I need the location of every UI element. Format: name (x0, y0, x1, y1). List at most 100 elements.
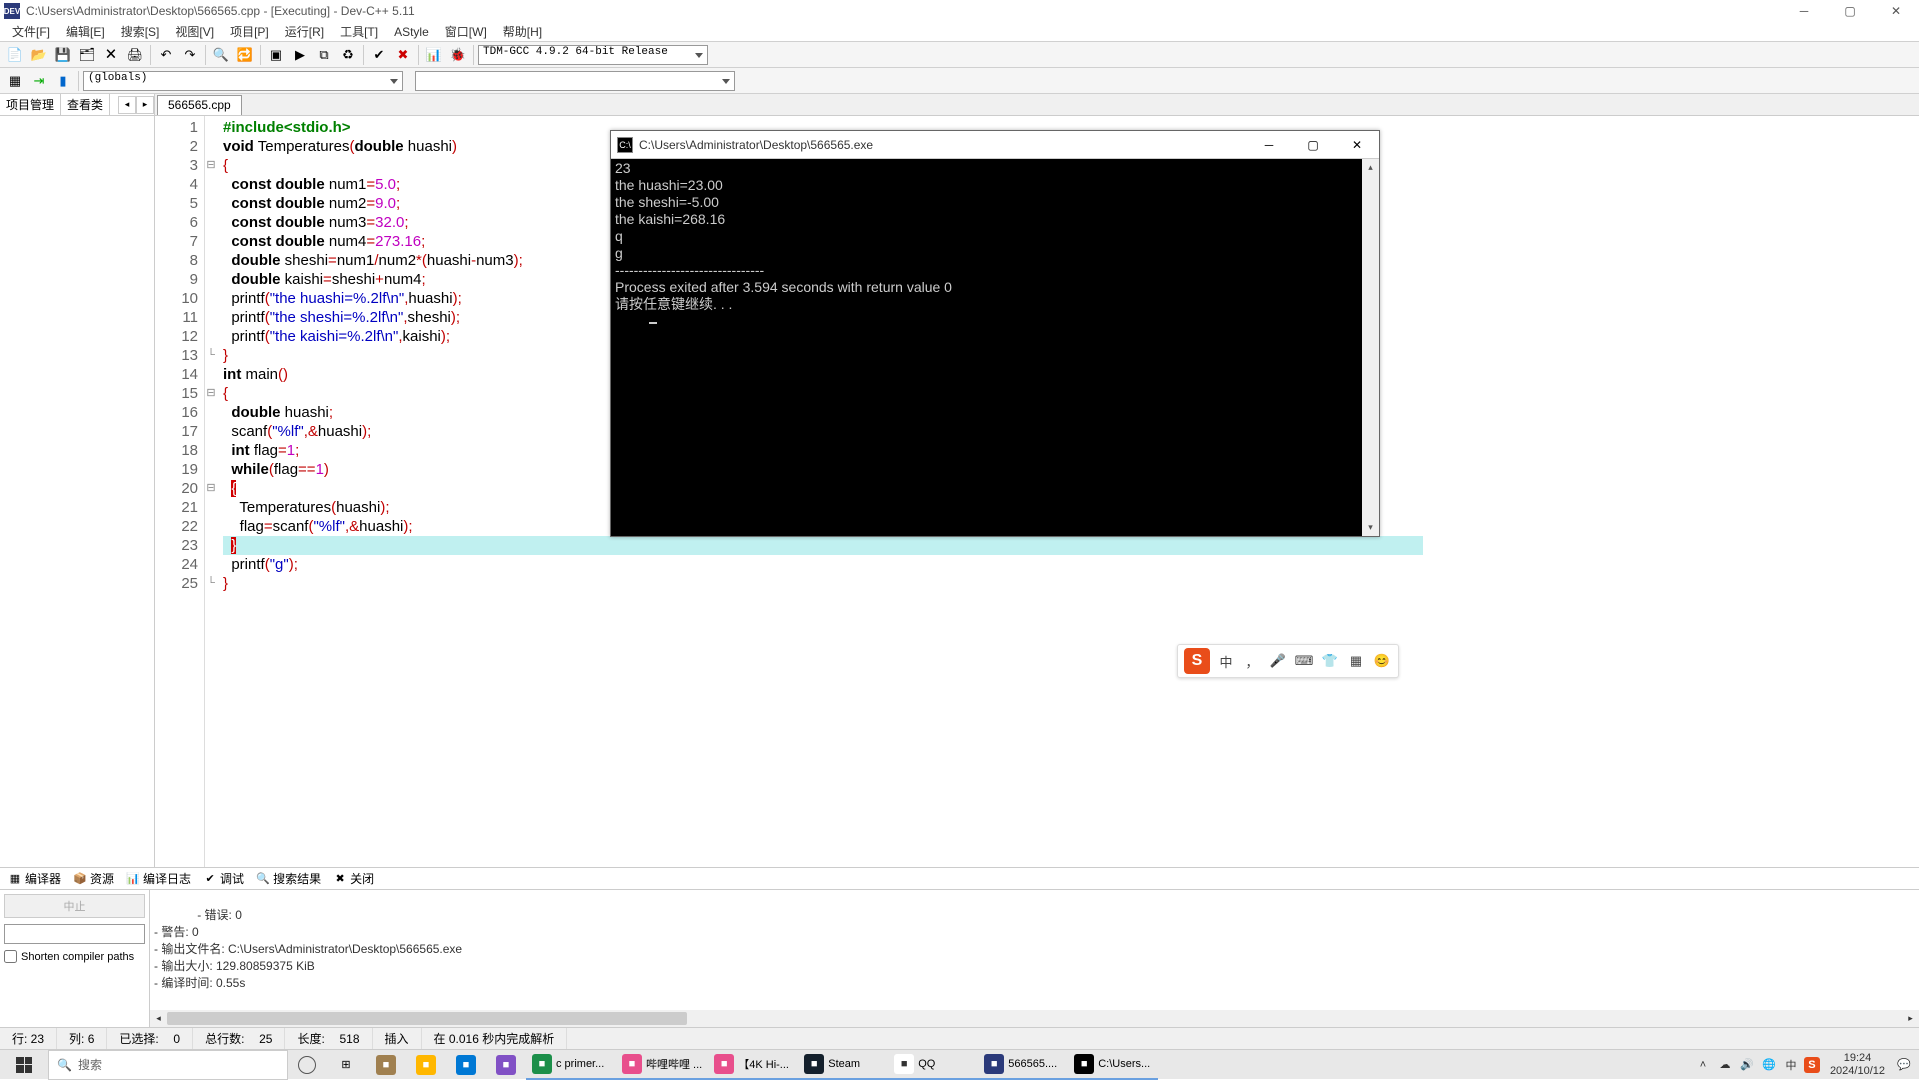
tray-ime-icon[interactable]: 中 (1782, 1050, 1800, 1080)
scope-select[interactable]: (globals) (83, 71, 403, 91)
close-button[interactable]: ✕ (1873, 0, 1919, 22)
ime-keyboard-icon[interactable]: ⌨ (1294, 651, 1314, 671)
stop-icon[interactable]: ✖ (392, 44, 414, 66)
save-icon[interactable]: 💾 (52, 44, 74, 66)
menu-item[interactable]: 视图[V] (167, 21, 222, 42)
start-button[interactable] (0, 1050, 48, 1080)
compiler-select[interactable]: TDM-GCC 4.9.2 64-bit Release (478, 45, 708, 65)
compile-icon[interactable]: ▣ (265, 44, 287, 66)
taskbar-search[interactable]: 🔍搜索 (48, 1050, 288, 1080)
maximize-button[interactable]: ▢ (1827, 0, 1873, 22)
cortana-circle-icon[interactable] (298, 1056, 316, 1074)
console-window[interactable]: C:\ C:\Users\Administrator\Desktop\56656… (610, 130, 1380, 537)
bug-icon[interactable]: 🐞 (447, 44, 469, 66)
bottom-tab[interactable]: ▦编译器 (4, 868, 65, 889)
scroll-left-icon[interactable]: ◂ (150, 1010, 167, 1027)
insert-icon[interactable]: ⇥ (28, 70, 50, 92)
menu-item[interactable]: 项目[P] (222, 21, 277, 42)
ime-toolbox-icon[interactable]: ▦ (1346, 651, 1366, 671)
tray-onedrive-icon[interactable]: ☁ (1716, 1050, 1734, 1080)
log-scrollbar[interactable]: ◂ ▸ (150, 1010, 1919, 1027)
taskbar-app[interactable]: ■c primer... (526, 1050, 616, 1080)
menu-item[interactable]: 搜索[S] (113, 21, 168, 42)
menu-item[interactable]: 帮助[H] (495, 21, 550, 42)
taskbar-app[interactable]: ■ (446, 1050, 486, 1080)
taskbar-app[interactable]: ■ (486, 1050, 526, 1080)
filter-input[interactable] (4, 924, 145, 944)
ime-skin-icon[interactable]: 👕 (1320, 651, 1340, 671)
ime-toolbar[interactable]: S 中 ， 🎤 ⌨ 👕 ▦ 😊 (1177, 644, 1399, 678)
bottom-tab[interactable]: 🔍搜索结果 (252, 868, 325, 889)
debug-icon[interactable]: ✔ (368, 44, 390, 66)
sidebar-next-icon[interactable]: ▸ (136, 96, 154, 114)
taskbar-app[interactable]: ■C:\Users... (1068, 1050, 1158, 1080)
ime-voice-icon[interactable]: 🎤 (1268, 651, 1288, 671)
replace-icon[interactable]: 🔁 (234, 44, 256, 66)
scroll-thumb[interactable] (167, 1012, 687, 1025)
console-minimize-button[interactable]: ─ (1247, 131, 1291, 159)
tray-chevron-icon[interactable]: ˄ (1694, 1050, 1712, 1080)
save-all-icon[interactable]: 🗂 (76, 44, 98, 66)
taskbar-clock[interactable]: 19:242024/10/12 (1824, 1052, 1891, 1078)
minimize-button[interactable]: ─ (1781, 0, 1827, 22)
menu-item[interactable]: 编辑[E] (58, 21, 113, 42)
scroll-up-icon[interactable]: ▴ (1362, 159, 1379, 176)
compile-run-icon[interactable]: ⧉ (313, 44, 335, 66)
taskbar-app[interactable]: ■ (406, 1050, 446, 1080)
taskbar-app[interactable]: ■ (366, 1050, 406, 1080)
menu-item[interactable]: 窗口[W] (437, 21, 495, 42)
toolbar-2: ▦ ⇥ ▮ (globals) (0, 68, 1919, 94)
stop-compile-button[interactable]: 中止 (4, 894, 145, 918)
shorten-paths-checkbox[interactable]: Shorten compiler paths (4, 950, 145, 963)
bottom-tab[interactable]: ✔调试 (199, 868, 248, 889)
undo-icon[interactable]: ↶ (155, 44, 177, 66)
ime-cn-icon[interactable]: 中 (1216, 651, 1236, 671)
task-view-icon[interactable]: ⊞ (326, 1050, 366, 1080)
new-file-icon[interactable]: 📄 (4, 44, 26, 66)
taskbar-app[interactable]: ■QQ (888, 1050, 978, 1080)
tray-volume-icon[interactable]: 🔊 (1738, 1050, 1756, 1080)
redo-icon[interactable]: ↷ (179, 44, 201, 66)
taskbar-app[interactable]: ■Steam (798, 1050, 888, 1080)
open-file-icon[interactable]: 📂 (28, 44, 50, 66)
close-file-icon[interactable]: 🗙 (100, 44, 122, 66)
sidebar-prev-icon[interactable]: ◂ (118, 96, 136, 114)
menu-item[interactable]: 工具[T] (332, 21, 386, 42)
sidebar-tabs: 项目管理 查看类 ◂ ▸ (0, 94, 154, 116)
console-maximize-button[interactable]: ▢ (1291, 131, 1335, 159)
taskbar-app[interactable]: ■哔哩哔哩 ... (616, 1050, 708, 1080)
sogou-icon[interactable]: S (1184, 648, 1210, 674)
compile-log[interactable]: - 错误: 0 - 警告: 0 - 输出文件名: C:\Users\Admini… (150, 890, 1919, 1027)
console-titlebar[interactable]: C:\ C:\Users\Administrator\Desktop\56656… (611, 131, 1379, 159)
taskbar-app[interactable]: ■【4K Hi-... (708, 1050, 798, 1080)
menu-item[interactable]: 文件[F] (4, 21, 58, 42)
scroll-down-icon[interactable]: ▾ (1362, 519, 1379, 536)
sidebar-tab-project[interactable]: 项目管理 (0, 94, 61, 115)
run-icon[interactable]: ▶ (289, 44, 311, 66)
profile-icon[interactable]: 📊 (423, 44, 445, 66)
bottom-tab[interactable]: ✖关闭 (329, 868, 378, 889)
bookmark-icon[interactable]: ▮ (52, 70, 74, 92)
scroll-right-icon[interactable]: ▸ (1902, 1010, 1919, 1027)
rebuild-icon[interactable]: ♻ (337, 44, 359, 66)
tray-sogou-icon[interactable]: S (1804, 1057, 1820, 1073)
console-close-button[interactable]: ✕ (1335, 131, 1379, 159)
menu-item[interactable]: AStyle (386, 23, 437, 41)
print-icon[interactable]: 🖨 (124, 44, 146, 66)
find-icon[interactable]: 🔍 (210, 44, 232, 66)
bottom-tab[interactable]: 📦资源 (69, 868, 118, 889)
ime-emoji-icon[interactable]: 😊 (1372, 651, 1392, 671)
menu-item[interactable]: 运行[R] (277, 21, 332, 42)
ime-punct-icon[interactable]: ， (1242, 651, 1262, 671)
sidebar-tab-classes[interactable]: 查看类 (61, 94, 110, 115)
bottom-tab[interactable]: 📊编译日志 (122, 868, 195, 889)
notifications-icon[interactable]: 💬 (1895, 1050, 1913, 1080)
tray-network-icon[interactable]: 🌐 (1760, 1050, 1778, 1080)
taskbar-app[interactable]: ■566565.... (978, 1050, 1068, 1080)
fold-gutter[interactable]: ⊟ └ ⊟ ⊟ └ (205, 116, 217, 867)
symbol-select[interactable] (415, 71, 735, 91)
editor-tab[interactable]: 566565.cpp (157, 95, 242, 115)
console-body[interactable]: 23 the huashi=23.00 the sheshi=-5.00 the… (611, 159, 1379, 536)
console-scrollbar[interactable]: ▴ ▾ (1362, 159, 1379, 536)
new-project-icon[interactable]: ▦ (4, 70, 26, 92)
